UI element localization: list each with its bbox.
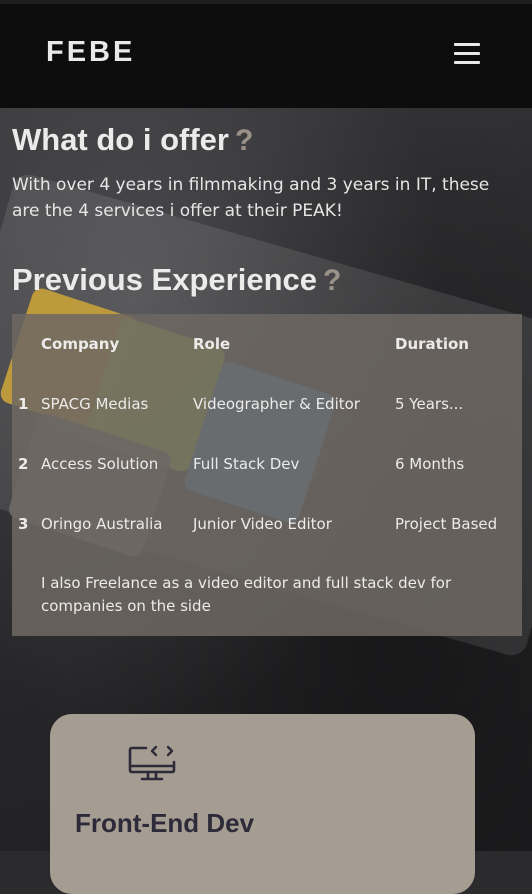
column-header-role: Role (193, 335, 231, 353)
question-mark-icon: ? (234, 124, 254, 157)
freelance-note: I also Freelance as a video editor and f… (41, 574, 452, 615)
row-number: 2 (18, 455, 29, 473)
column-header-company: Company (41, 335, 120, 353)
service-card-front-end[interactable]: Front-End Dev (50, 714, 475, 894)
table-cell-duration: Project Based (395, 515, 498, 533)
table-cell-company: SPACG Medias (41, 395, 149, 413)
service-card-title: Front-End Dev (75, 808, 255, 838)
experience-heading: Previous Experience? (12, 262, 341, 298)
site-logo[interactable]: FEBE (46, 36, 135, 69)
experience-heading-text: Previous Experience (12, 262, 317, 297)
table-cell-role: Full Stack Dev (193, 455, 300, 473)
offer-description: With over 4 years in filmmaking and 3 ye… (12, 175, 490, 221)
question-mark-icon: ? (323, 264, 342, 297)
table-cell-duration: 6 Months (395, 455, 465, 473)
monitor-code-icon (128, 745, 176, 781)
table-cell-company: Oringo Australia (41, 515, 163, 533)
row-number: 3 (18, 515, 29, 533)
site-header: FEBE (0, 0, 532, 108)
table-cell-duration: 5 Years... (395, 395, 464, 413)
table-cell-role: Videographer & Editor (193, 395, 360, 413)
row-number: 1 (18, 395, 29, 413)
hamburger-line-icon (454, 52, 480, 55)
table-cell-role: Junior Video Editor (193, 515, 332, 533)
column-header-duration: Duration (395, 335, 469, 353)
menu-button[interactable] (454, 41, 482, 65)
hamburger-line-icon (454, 61, 480, 64)
table-cell-company: Access Solution (41, 455, 159, 473)
offer-heading-text: What do i offer (12, 122, 229, 157)
experience-table: Company Role Duration 1 SPACG Medias Vid… (12, 314, 522, 636)
hamburger-line-icon (454, 43, 480, 46)
offer-heading: What do i offer? (12, 122, 253, 158)
